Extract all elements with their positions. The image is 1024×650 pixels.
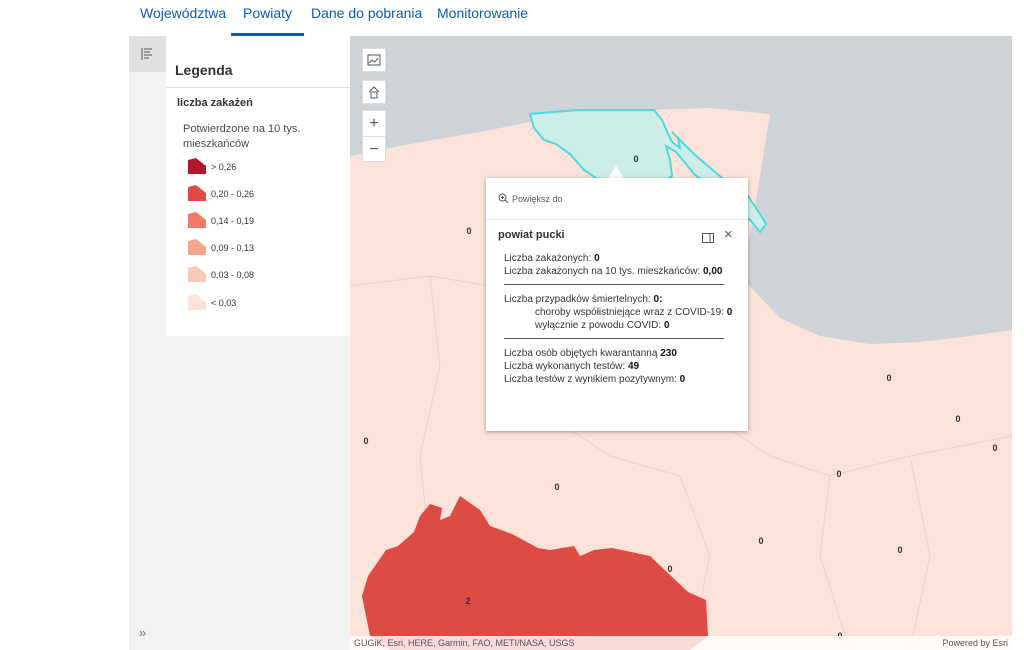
legend-swatch	[188, 294, 206, 310]
comorbid-deaths-label: choroby współistniejące wraz z COVID-19:	[535, 307, 727, 318]
map-value-label: 0	[363, 436, 369, 446]
zoom-out-button[interactable]: −	[363, 137, 385, 162]
top-navigation: Województwa Powiaty Dane do pobrania Mon…	[0, 0, 1024, 36]
popup-pointer	[608, 166, 624, 178]
map-value-label: 0	[955, 414, 961, 424]
positive-tests-label: Liczba testów z wynikiem pozytywnym:	[504, 374, 680, 385]
legend-class-label: 0,09 - 0,13	[211, 243, 255, 253]
covid-only-deaths-label: wyłącznie z powodu COVID:	[535, 320, 664, 331]
divider	[486, 219, 748, 220]
legend-class-label: 0,14 - 0,19	[211, 216, 255, 226]
popup-content: Liczba zakażonych: 0 Liczba zakażonych n…	[504, 252, 734, 386]
legend-swatch	[188, 212, 206, 228]
map-value-label: 0	[554, 482, 560, 492]
map-value-label: 0	[836, 469, 842, 479]
infected-value: 0	[594, 253, 600, 264]
dock-button[interactable]	[702, 230, 714, 248]
magnifier-plus-icon	[498, 193, 509, 204]
legend-panel: Legenda liczba zakażeń Potwierdzone na 1…	[166, 36, 350, 650]
feature-popup: Powiększ do powiat pucki × Liczba zakażo…	[486, 178, 748, 431]
map-value-label: 0	[667, 564, 673, 574]
close-icon[interactable]: ×	[724, 226, 733, 243]
zoom-to-label: Powiększ do	[512, 193, 563, 204]
tab-monitorowanie[interactable]: Monitorowanie	[425, 0, 540, 34]
map-value-label: 2	[465, 596, 471, 606]
basemap-button[interactable]	[362, 48, 386, 72]
legend-class-label: 0,03 - 0,08	[211, 270, 255, 280]
tab-wojewodztwa[interactable]: Województwa	[128, 0, 238, 34]
legend-title: Legenda	[175, 62, 233, 78]
map-value-label: 0	[992, 443, 998, 453]
zoom-to-button[interactable]: Powiększ do	[498, 193, 563, 204]
map-value-label: 0	[886, 373, 892, 383]
positive-tests-value: 0	[679, 374, 686, 385]
infected-per-10k-label: Liczba zakażonych na 10 tys. mieszkańców…	[504, 266, 703, 277]
legend-content: Legenda liczba zakażeń Potwierdzone na 1…	[166, 36, 350, 336]
infected-per-10k-value: 0,00	[702, 266, 723, 277]
deaths-value: 0:	[653, 294, 663, 305]
legend-list-icon	[141, 48, 152, 60]
divider	[504, 338, 724, 339]
legend-class-label: > 0,26	[211, 162, 237, 172]
side-rail: »	[129, 36, 166, 650]
expand-panel-button[interactable]: »	[139, 625, 146, 640]
dock-icon	[702, 233, 714, 243]
map-value-label: 0	[466, 226, 472, 236]
map-attribution: GUGiK, Esri, HERE, Garmin, FAO, METI/NAS…	[350, 636, 1012, 650]
legend-toggle-button[interactable]	[129, 36, 166, 72]
quarantine-label: Liczba osób objętych kwarantanną	[504, 348, 661, 359]
popup-title: powiat pucki	[498, 229, 565, 241]
covid-only-deaths-value: 0	[663, 320, 670, 331]
zoom-in-button[interactable]: +	[363, 111, 385, 136]
home-button[interactable]	[362, 80, 386, 104]
legend-swatch	[188, 185, 206, 201]
legend-swatch	[188, 158, 206, 174]
legend-class-label: < 0,03	[211, 298, 237, 308]
layer-title: liczba zakażeń	[177, 97, 253, 109]
right-edge	[1012, 0, 1024, 650]
tests-value: 49	[627, 361, 640, 372]
map-value-label: 0	[758, 536, 764, 546]
tab-dane-do-pobrania[interactable]: Dane do pobrania	[299, 0, 434, 34]
divider	[504, 284, 724, 285]
tests-label: Liczba wykonanych testów:	[504, 361, 628, 372]
zoom-controls: + −	[362, 110, 386, 162]
legend-swatch	[188, 239, 206, 255]
map-value-label: 0	[633, 154, 639, 164]
home-icon	[368, 86, 380, 99]
attribution-text: GUGiK, Esri, HERE, Garmin, FAO, METI/NAS…	[354, 638, 575, 648]
quarantine-value: 230	[660, 348, 677, 359]
field-label: Potwierdzone na 10 tys. mieszkańców	[183, 123, 301, 150]
tab-powiaty[interactable]: Powiaty	[231, 0, 305, 36]
comorbid-deaths-value: 0	[726, 307, 733, 318]
divider	[166, 87, 350, 88]
legend-swatch	[188, 266, 206, 282]
basemap-icon	[367, 54, 381, 66]
infected-label: Liczba zakażonych:	[504, 253, 595, 264]
map-value-label: 0	[897, 545, 903, 555]
deaths-label: Liczba przypadków śmiertelnych:	[504, 294, 654, 305]
legend-class-label: 0,20 - 0,26	[211, 189, 255, 199]
powered-by-link[interactable]: Powered by Esri	[942, 636, 1008, 650]
